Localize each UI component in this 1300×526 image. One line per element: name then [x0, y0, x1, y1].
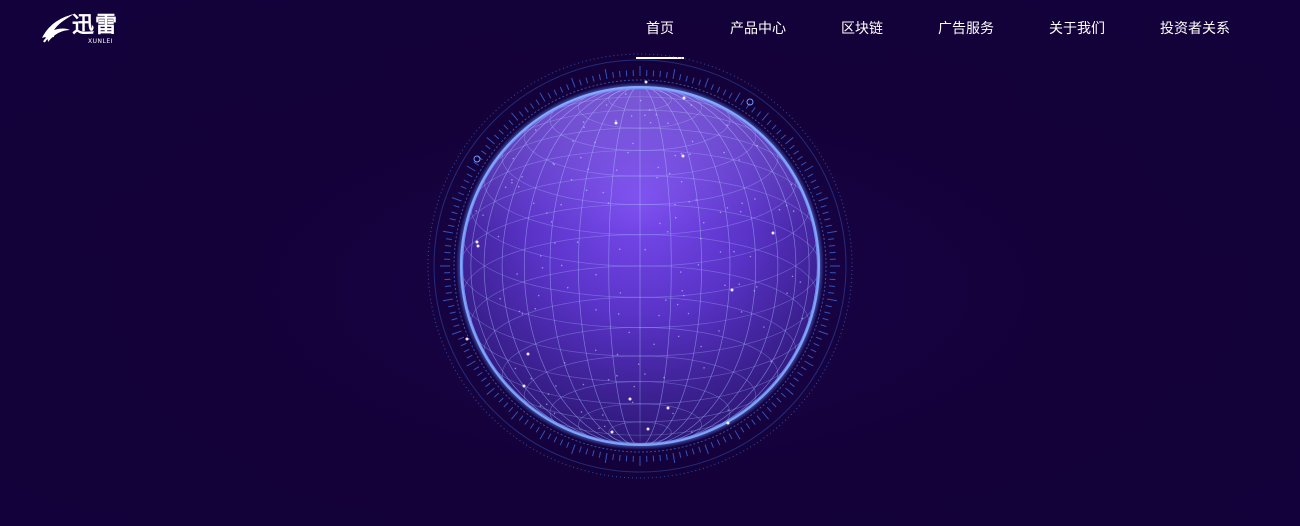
home-page: 迅雷 XUNLEI 首页 产品中心 区块链 广告服务 关于我们 投资者关系 — [0, 0, 1300, 526]
nav-item-investor-relations[interactable]: 投资者关系 — [1160, 19, 1230, 39]
globe-grid-icon — [420, 46, 860, 486]
nav-item-home[interactable]: 首页 — [646, 19, 674, 39]
nav-item-blockchain[interactable]: 区块链 — [841, 19, 883, 39]
hero-globe — [420, 46, 860, 486]
nav-item-products[interactable]: 产品中心 — [730, 19, 786, 39]
nav-item-ad-services[interactable]: 广告服务 — [938, 19, 994, 39]
nav-item-about-us[interactable]: 关于我们 — [1049, 19, 1105, 39]
